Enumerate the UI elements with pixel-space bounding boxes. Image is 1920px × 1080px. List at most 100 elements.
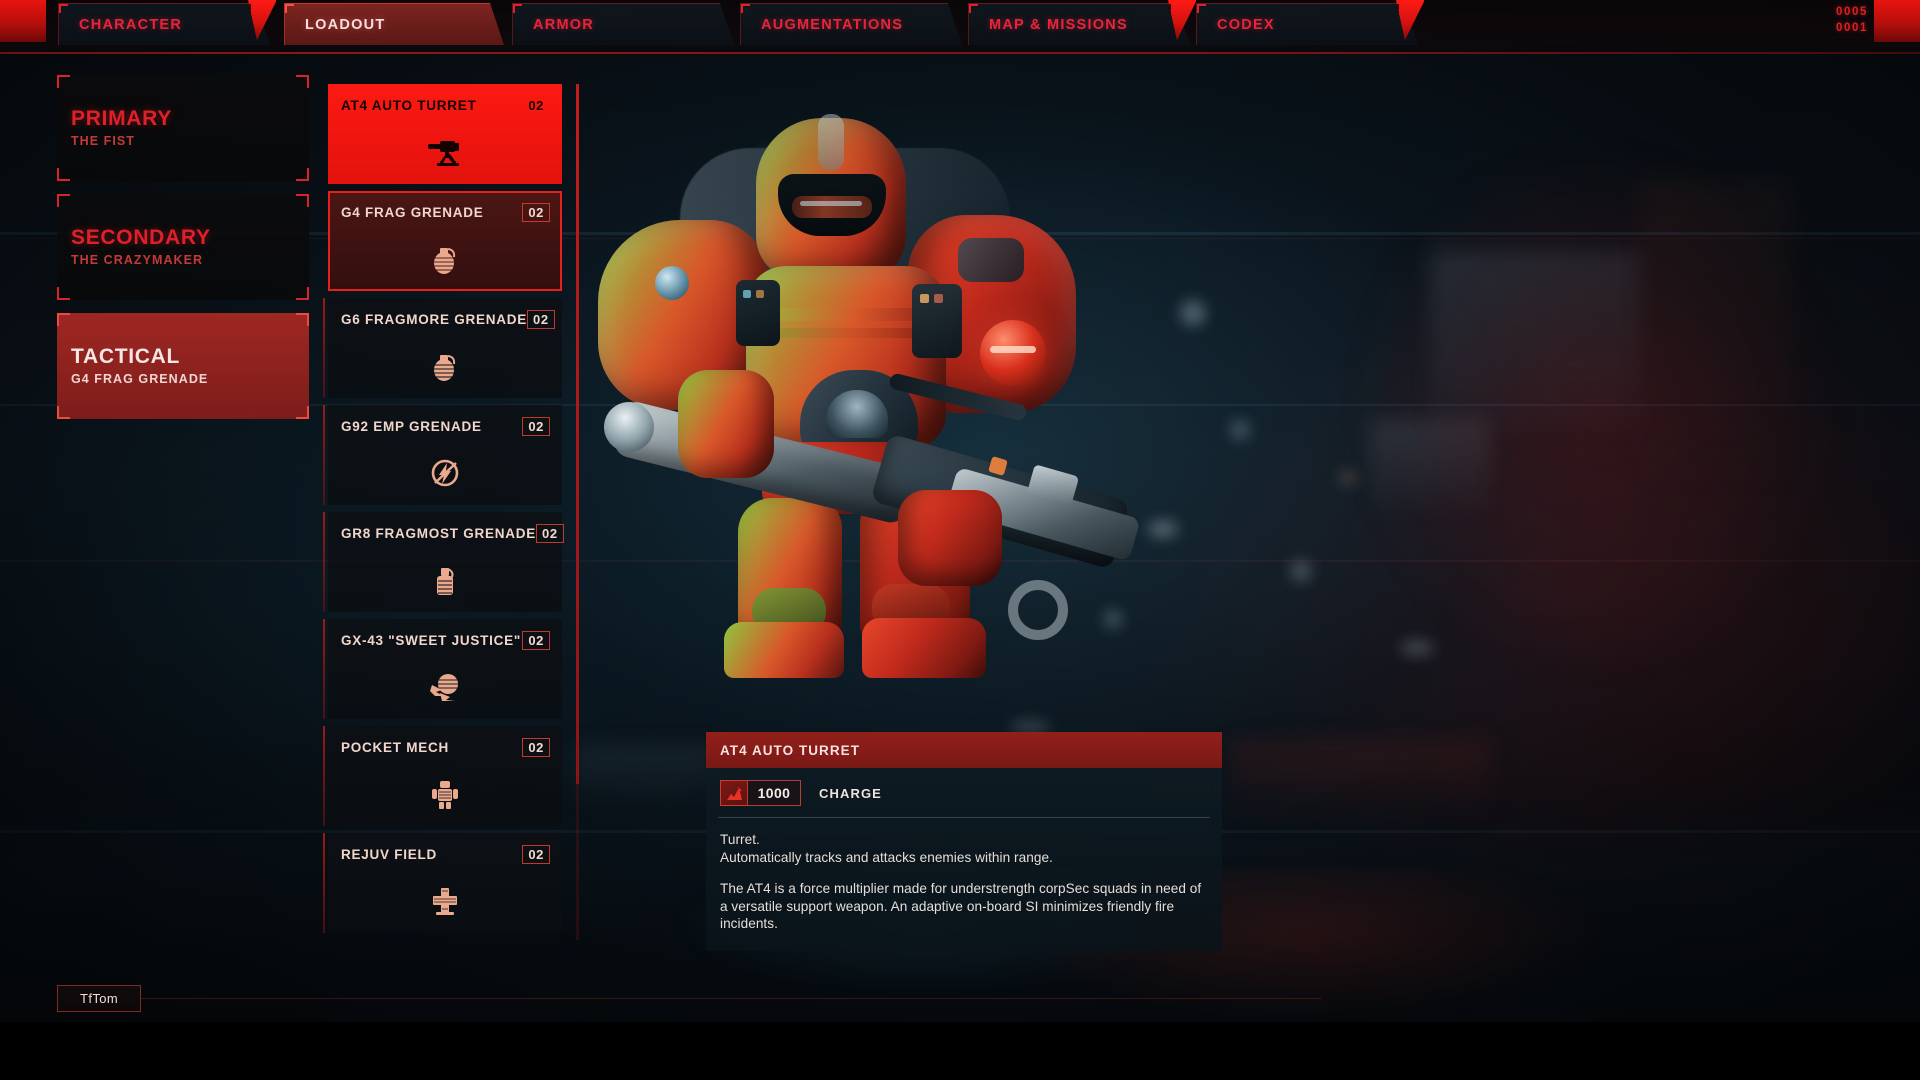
info-panel-header: AT4 AUTO TURRET: [706, 732, 1222, 768]
list-item[interactable]: G6 FRAGMORE GRENADE 02: [323, 298, 562, 398]
tab-label: AUGMENTATIONS: [761, 16, 904, 33]
tab-bar-underline: [0, 52, 1920, 54]
charge-stat-chip: 1000: [720, 780, 801, 806]
item-header-row: G4 FRAG GRENADE 02: [328, 203, 562, 222]
item-header-row: G6 FRAGMORE GRENADE 02: [328, 310, 562, 329]
item-name: REJUV FIELD: [341, 847, 438, 862]
corner-bracket-icon: [969, 4, 978, 13]
charge-label: CHARGE: [819, 785, 882, 801]
info-desc-line-1: Turret.: [720, 832, 760, 847]
corner-bracket-icon: [57, 168, 70, 181]
tab-character[interactable]: CHARACTER: [58, 3, 270, 45]
tab-label: ARMOR: [533, 16, 595, 33]
tab-armor[interactable]: ARMOR: [512, 3, 734, 45]
item-quantity: 02: [522, 417, 550, 436]
list-item[interactable]: AT4 AUTO TURRET 02: [328, 84, 562, 184]
item-list-scrollbar[interactable]: [576, 84, 579, 940]
red-haze: [1200, 60, 1920, 840]
corner-bracket-icon: [57, 75, 70, 88]
corner-bracket-icon: [57, 406, 70, 419]
item-name: POCKET MECH: [341, 740, 450, 755]
item-accent-rail: [323, 405, 325, 505]
corner-bracket-icon: [296, 168, 309, 181]
list-item[interactable]: G4 FRAG GRENADE 02: [328, 191, 562, 291]
charge-value: 1000: [747, 780, 801, 806]
corner-bracket-icon: [59, 4, 68, 13]
character-model: [560, 70, 1141, 678]
list-item[interactable]: GR8 FRAGMOST GRENADE 02: [323, 512, 564, 612]
item-quantity: 02: [527, 310, 555, 329]
info-desc-line-2: Automatically tracks and attacks enemies…: [720, 849, 1053, 865]
item-accent-rail: [323, 298, 325, 398]
turret-icon: [328, 132, 562, 172]
corner-bracket-icon: [1197, 4, 1206, 13]
equipment-slot-panel: PRIMARY THE FIST SECONDARY THE CRAZYMAKE…: [57, 75, 309, 432]
item-name: AT4 AUTO TURRET: [341, 98, 477, 113]
tab-augmentations[interactable]: AUGMENTATIONS: [740, 3, 962, 45]
corner-bracket-icon: [57, 287, 70, 300]
item-accent-rail: [323, 833, 325, 933]
cross-icon: [328, 881, 562, 921]
corner-bracket-icon: [296, 194, 309, 207]
item-accent-rail: [323, 726, 325, 826]
corner-bracket-icon: [513, 4, 522, 13]
tactical-item-list: AT4 AUTO TURRET 02 G4 FRAG GRENADE 02 G6…: [323, 84, 564, 940]
corner-bracket-icon: [296, 75, 309, 88]
slot-title: TACTICAL: [71, 344, 181, 368]
footer-bar: TfTom: [57, 985, 1322, 1012]
item-info-panel: AT4 AUTO TURRET 1000 CHARGE Turret. Auto…: [706, 732, 1222, 951]
item-header-row: GR8 FRAGMOST GRENADE 02: [328, 524, 564, 543]
info-stat-row: 1000 CHARGE: [706, 768, 1222, 817]
charge-icon: [720, 780, 747, 806]
shockwave-icon: [328, 667, 562, 707]
tab-label: CODEX: [1217, 16, 1275, 33]
slot-tactical[interactable]: TACTICAL G4 FRAG GRENADE: [57, 313, 309, 419]
item-name: GX-43 "SWEET JUSTICE": [341, 633, 522, 648]
item-quantity: 02: [536, 524, 564, 543]
tab-bar-left-endcap: [0, 0, 46, 42]
tab-label: CHARACTER: [79, 16, 183, 33]
slot-primary[interactable]: PRIMARY THE FIST: [57, 75, 309, 181]
grenade-icon: [328, 239, 562, 279]
scrollbar-thumb[interactable]: [576, 84, 579, 784]
item-header-row: REJUV FIELD 02: [328, 845, 562, 864]
main-tab-bar: CHARACTER ! LOADOUT ARMOR AUGMENTATIONS …: [0, 0, 1920, 54]
list-item[interactable]: G92 EMP GRENADE 02: [323, 405, 562, 505]
footer-divider: [141, 998, 1322, 999]
tab-bar-right-endcap: [1874, 0, 1920, 42]
session-counters: 0005 0001: [1836, 4, 1868, 36]
item-header-row: AT4 AUTO TURRET 02: [328, 96, 562, 115]
slot-title: SECONDARY: [71, 225, 211, 249]
tab-loadout[interactable]: LOADOUT: [284, 3, 504, 45]
counter-top: 0005: [1836, 6, 1868, 18]
item-name: GR8 FRAGMOST GRENADE: [341, 526, 537, 541]
item-accent-rail: [323, 512, 325, 612]
item-name: G4 FRAG GRENADE: [341, 205, 484, 220]
item-name: G92 EMP GRENADE: [341, 419, 482, 434]
tab-codex[interactable]: CODEX: [1196, 3, 1418, 45]
item-name: G6 FRAGMORE GRENADE: [341, 312, 528, 327]
info-desc-flavor: The AT4 is a force multiplier made for u…: [720, 881, 1202, 931]
player-tag[interactable]: TfTom: [57, 985, 142, 1012]
list-item[interactable]: POCKET MECH 02: [323, 726, 562, 826]
list-item[interactable]: GX-43 "SWEET JUSTICE" 02: [323, 619, 562, 719]
corner-bracket-icon: [296, 287, 309, 300]
corner-bracket-icon: [296, 313, 309, 326]
slot-title: PRIMARY: [71, 106, 172, 130]
item-quantity: 02: [522, 845, 550, 864]
mech-icon: [328, 774, 562, 814]
slot-subtitle: THE CRAZYMAKER: [71, 253, 204, 268]
slot-secondary[interactable]: SECONDARY THE CRAZYMAKER: [57, 194, 309, 300]
slot-subtitle: G4 FRAG GRENADE: [71, 372, 209, 387]
list-item[interactable]: REJUV FIELD 02: [323, 833, 562, 933]
item-quantity: 02: [528, 98, 544, 113]
item-quantity: 02: [522, 631, 550, 650]
tab-map-missions[interactable]: MAP & MISSIONS: [968, 3, 1190, 45]
canister-icon: [328, 560, 562, 600]
counter-bottom: 0001: [1836, 22, 1868, 34]
item-accent-rail: [323, 619, 325, 719]
tab-label: MAP & MISSIONS: [989, 16, 1128, 33]
item-header-row: POCKET MECH 02: [328, 738, 562, 757]
tab-label: LOADOUT: [305, 16, 386, 33]
corner-bracket-icon: [296, 406, 309, 419]
